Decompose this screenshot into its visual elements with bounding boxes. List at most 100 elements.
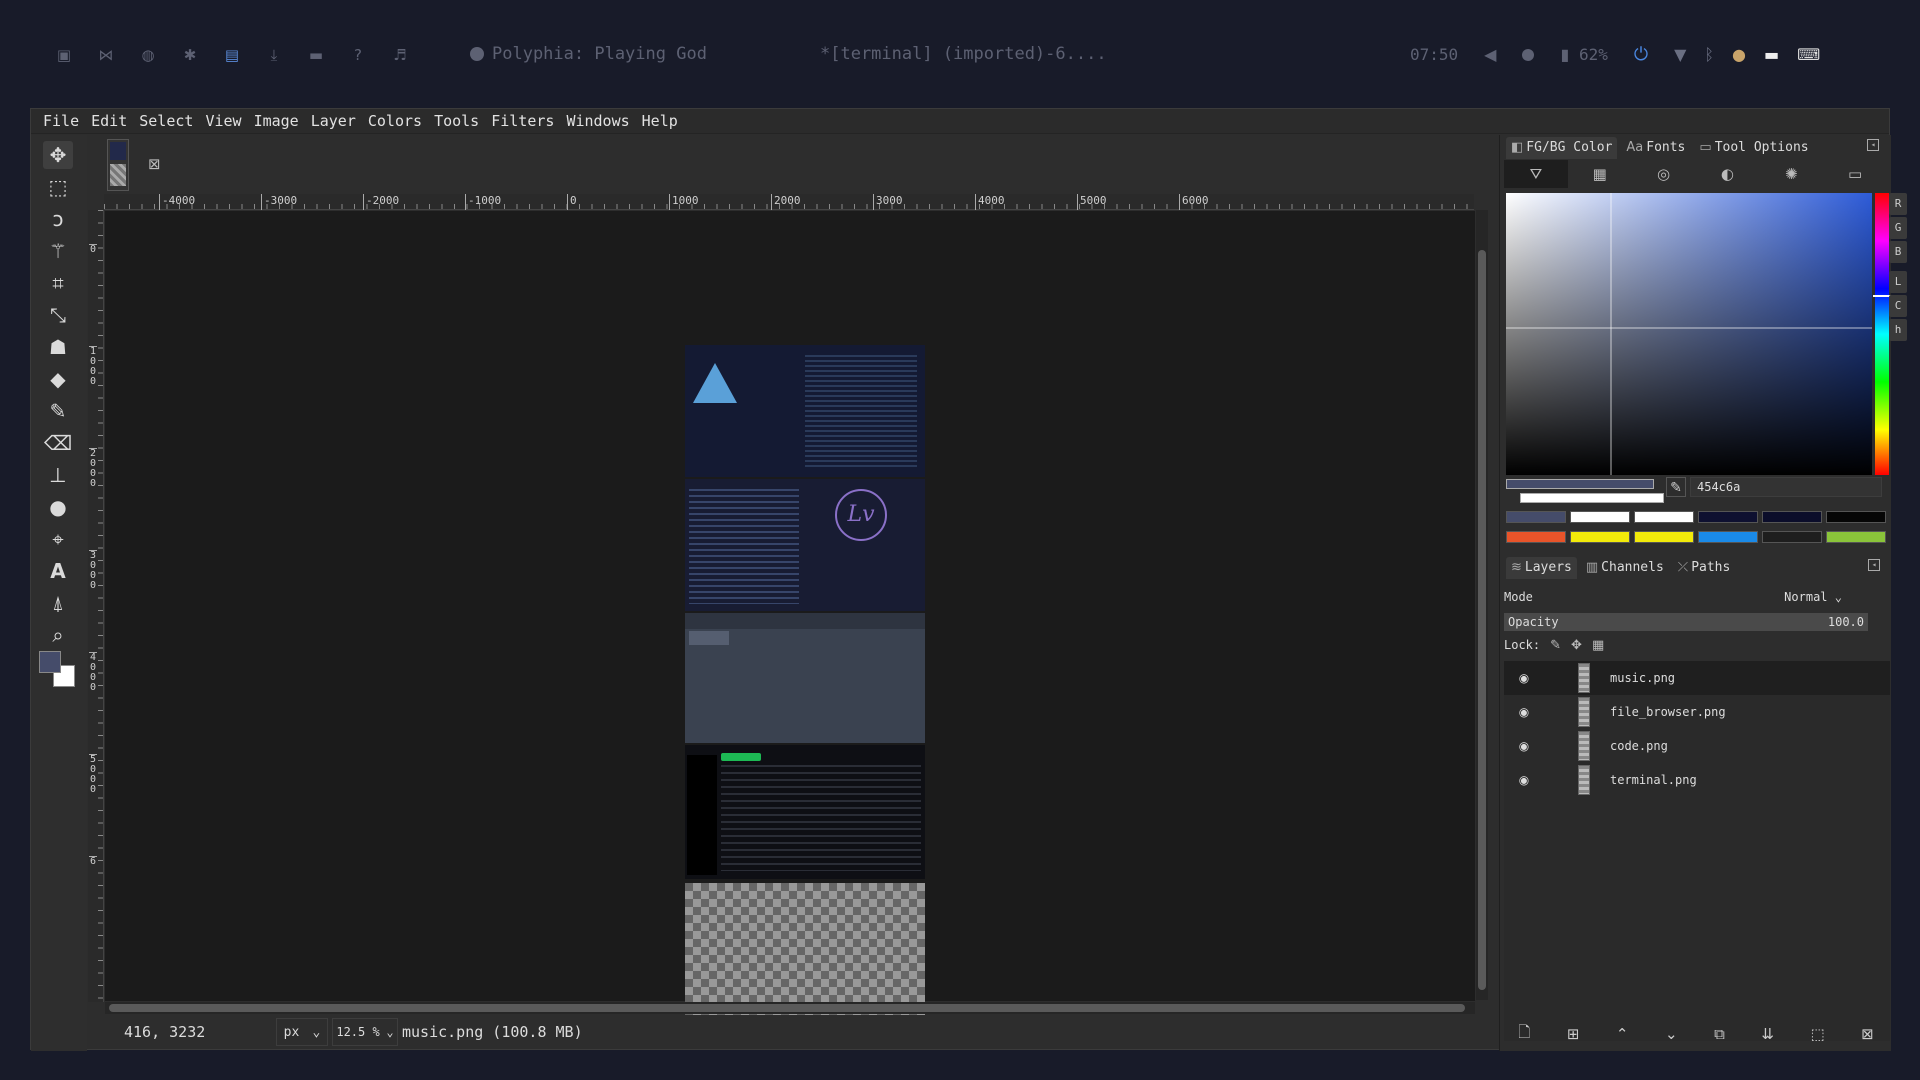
channel-c-button[interactable]: C [1889,295,1907,317]
folder-icon[interactable]: ▬ [304,43,328,67]
color-history-swatch[interactable] [1570,511,1630,523]
wheel-selector-icon[interactable]: ◐ [1695,160,1759,188]
menu-edit[interactable]: Edit [85,109,133,134]
vertical-scroll-thumb[interactable] [1478,250,1486,990]
drive-icon[interactable]: ▬ [1764,45,1779,64]
tab-tool-options[interactable]: ▭ Tool Options [1694,137,1813,159]
transform-tool-icon[interactable]: ⤡ [43,301,73,329]
menu-file[interactable]: File [37,109,85,134]
color-history-swatch[interactable] [1698,511,1758,523]
menu-windows[interactable]: Windows [560,109,635,134]
volume-icon[interactable]: ◀ [1484,45,1496,64]
menu-image[interactable]: Image [248,109,305,134]
clock[interactable]: 07:50 [1410,45,1458,64]
layer-row[interactable]: ◉ code.png [1504,729,1890,763]
layer-row[interactable]: ◉ music.png [1504,661,1890,695]
background-color-bar[interactable] [1520,493,1664,503]
raise-layer-icon[interactable]: ⌃ [1616,1025,1629,1043]
tab-channels[interactable]: ▥ Channels [1581,557,1669,579]
tab-paths[interactable]: ⤫ Paths [1673,557,1736,579]
new-layer-group-icon[interactable]: ⊞ [1567,1025,1580,1043]
menu-filters[interactable]: Filters [485,109,560,134]
globe-icon[interactable]: ◍ [136,43,160,67]
eraser-tool-icon[interactable]: ⌫ [43,429,73,457]
download-icon[interactable]: ⤓ [262,43,286,67]
lower-layer-icon[interactable]: ⌄ [1665,1025,1678,1043]
lock-position-icon[interactable]: ✥ [1571,638,1582,653]
layer-row[interactable]: ◉ terminal.png [1504,763,1890,797]
duplicate-layer-icon[interactable]: ⧉ [1714,1025,1725,1043]
battery-indicator[interactable]: ▮ 62% [1560,45,1607,64]
measure-tool-icon[interactable]: ⍋ [43,589,73,617]
channel-r-button[interactable]: R [1889,193,1907,215]
record-icon[interactable] [1522,48,1535,61]
bucket-fill-tool-icon[interactable]: ◆ [43,365,73,393]
channel-g-button[interactable]: G [1889,217,1907,239]
foreground-color-swatch[interactable] [39,651,61,673]
visibility-eye-icon[interactable]: ◉ [1510,671,1538,685]
close-image-icon[interactable]: ⊠ [148,155,161,173]
tab-layers[interactable]: ≋ Layers [1506,556,1577,579]
vertical-ruler[interactable]: 0 1 0 0 0 2 0 0 0 3 0 0 0 4 0 0 0 5 0 0 0 6 [88,210,104,1002]
color-history-swatch[interactable] [1826,511,1886,523]
color-history-swatch[interactable] [1634,511,1694,523]
color-history-swatch[interactable] [1634,531,1694,543]
new-layer-icon[interactable]: 🗋 [1518,1022,1530,1047]
move-tool-icon[interactable]: ✥ [43,141,73,169]
scales-selector-icon[interactable]: ▭ [1823,160,1887,188]
horizontal-scrollbar[interactable] [105,1002,1475,1014]
layer-row[interactable]: ◉ file_browser.png [1504,695,1890,729]
tab-fg-bg-color[interactable]: ◧ FG/BG Color [1506,136,1618,159]
now-playing[interactable]: Polyphia: Playing God [470,44,707,64]
menu-help[interactable]: Help [636,109,684,134]
bluetooth-icon[interactable]: ᛒ [1704,45,1714,64]
color-history-swatch[interactable] [1570,531,1630,543]
gimp-selector-icon[interactable]: ⛛ [1504,160,1568,188]
visibility-eye-icon[interactable]: ◉ [1510,705,1538,719]
text-tool-icon[interactable]: A [43,557,73,585]
merge-layer-icon[interactable]: ⇊ [1761,1025,1774,1043]
image-viewer-icon[interactable]: ▤ [220,43,244,67]
cat-icon[interactable]: ● [1732,45,1746,64]
color-history-swatch[interactable] [1506,531,1566,543]
tab-fonts[interactable]: Aa Fonts [1621,137,1690,159]
network-icon[interactable]: ✱ [178,43,202,67]
keyboard-icon[interactable]: ⌨ [1797,45,1820,64]
channel-l-button[interactable]: L [1889,271,1907,293]
menu-select[interactable]: Select [133,109,199,134]
channel-h-button[interactable]: h [1889,319,1907,341]
layers-dock-menu-icon[interactable]: ◂ [1868,559,1880,571]
layer-mask-icon[interactable]: ⬚ [1810,1025,1824,1043]
paintbrush-tool-icon[interactable]: ✎ [43,397,73,425]
smudge-tool-icon[interactable]: ● [43,493,73,521]
visibility-eye-icon[interactable]: ◉ [1510,739,1538,753]
channel-b-button[interactable]: B [1889,241,1907,263]
zoom-tool-icon[interactable]: ⌕ [43,621,73,649]
menu-layer[interactable]: Layer [305,109,362,134]
color-history-swatch[interactable] [1762,531,1822,543]
unit-select[interactable]: px ⌄ [276,1018,328,1046]
fg-bg-color-selector[interactable] [39,651,81,693]
opacity-slider[interactable]: Opacity 100.0 [1504,613,1868,631]
palette-selector-icon[interactable]: ✺ [1759,160,1823,188]
rect-select-tool-icon[interactable]: ⬚ [43,173,73,201]
color-picker-area[interactable] [1506,193,1872,475]
zoom-select[interactable]: 12.5 % ⌄ [332,1018,398,1046]
foreground-color-bar[interactable] [1506,479,1654,489]
paths-tool-icon[interactable]: ⌖ [43,525,73,553]
power-icon[interactable]: ⏻ [1634,44,1648,65]
saturation-value-field[interactable] [1506,193,1872,475]
vertical-scrollbar[interactable] [1476,210,1488,1000]
crop-tool-icon[interactable]: ⌗ [43,269,73,297]
horizontal-scroll-thumb[interactable] [109,1004,1465,1012]
color-history-swatch[interactable] [1826,531,1886,543]
image-tab-thumbnail[interactable] [107,139,129,191]
color-history-swatch[interactable] [1698,531,1758,543]
help-icon[interactable]: ? [346,43,370,67]
watercolor-selector-icon[interactable]: ◎ [1632,160,1696,188]
menu-view[interactable]: View [199,109,247,134]
warp-tool-icon[interactable]: ☗ [43,333,73,361]
color-history-swatch[interactable] [1762,511,1822,523]
horizontal-ruler[interactable]: -4000 -3000 -2000 -1000 0 1000 2000 3000 4000 500… [104,194,1474,210]
cmyk-selector-icon[interactable]: ▦ [1568,160,1632,188]
